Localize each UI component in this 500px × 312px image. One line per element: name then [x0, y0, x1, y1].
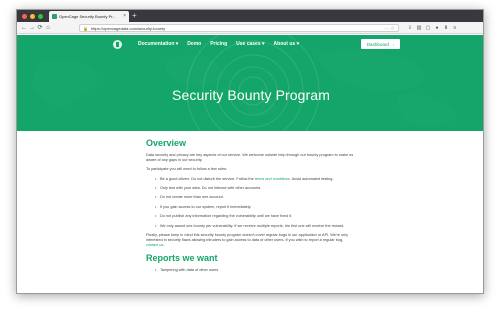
browser-window: OpenCage Security Bounty Pr... × + ← → ⟳…	[16, 9, 484, 294]
contact-us-link[interactable]: contact us	[146, 243, 163, 247]
toolbar-extensions: ⇩ ▥ ▢ ● ⬇ ≡	[407, 22, 458, 34]
opencage-logo[interactable]	[113, 40, 122, 49]
reload-icon[interactable]: ⟳	[36, 25, 44, 31]
closing-paragraph: Finally, please keep in mind this securi…	[146, 233, 356, 249]
page-title: Security Bounty Program	[172, 87, 330, 103]
main-content: Overview Data security and privacy are k…	[146, 138, 356, 277]
reports-list: Tampering with data of other users	[155, 268, 356, 273]
close-tab-icon[interactable]: ×	[123, 14, 126, 19]
web-page: Documentation ▾ Demo Pricing Use cases ▾…	[17, 35, 483, 293]
tab-bar: OpenCage Security Bounty Pr... × +	[17, 10, 483, 22]
rule-item: Do not create more than one account.	[155, 195, 356, 200]
sidebar-icon[interactable]: ▢	[425, 25, 431, 31]
rule-text-end: . Avoid automated testing.	[289, 176, 334, 181]
dashboard-button[interactable]: Dashboard ›	[361, 39, 400, 49]
nav-item-use-cases[interactable]: Use cases ▾	[236, 41, 264, 47]
closing-text: Finally, please keep in mind this securi…	[146, 232, 349, 243]
minimize-window-button[interactable]	[30, 13, 35, 19]
menu-icon[interactable]: ≡	[452, 25, 458, 31]
chevron-right-icon: ›	[392, 41, 395, 47]
save-icon[interactable]: ⬇	[443, 25, 449, 31]
forward-arrow-icon[interactable]: →	[28, 25, 36, 31]
closing-text-end: .	[163, 243, 165, 248]
lock-icon: 🔒	[83, 25, 88, 31]
home-icon[interactable]: ⌂	[44, 25, 52, 31]
rules-intro: To participate you will need to follow a…	[146, 167, 228, 172]
rules-list: Be a good citizen. Do not disturb the se…	[155, 176, 356, 229]
new-tab-button[interactable]: +	[132, 10, 137, 22]
back-arrow-icon[interactable]: ←	[20, 25, 28, 31]
nav-menu: Documentation ▾ Demo Pricing Use cases ▾…	[138, 35, 299, 53]
overview-heading: Overview	[146, 138, 187, 148]
page-actions-icon[interactable]: ⋯ ☆	[384, 25, 395, 33]
browser-toolbar: ← → ⟳ ⌂ 🔒 https://opencagedata.com/secur…	[17, 22, 483, 34]
rule-item: We only award one bounty per vulnerabili…	[155, 224, 356, 229]
nav-item-documentation[interactable]: Documentation ▾	[138, 41, 178, 47]
nav-item-demo[interactable]: Demo	[187, 41, 201, 47]
hero-banner: Documentation ▾ Demo Pricing Use cases ▾…	[17, 35, 483, 131]
close-window-button[interactable]	[22, 13, 27, 19]
favicon-icon	[52, 14, 57, 19]
report-item: Tampering with data of other users	[155, 268, 356, 273]
reports-heading: Reports we want	[146, 252, 218, 263]
rule-item: Only test with your data. Do not interac…	[155, 186, 356, 191]
address-bar[interactable]: 🔒 https://opencagedata.com/security-boun…	[79, 24, 399, 32]
rule-item: Be a good citizen. Do not disturb the se…	[155, 176, 356, 182]
rule-text: Be a good citizen. Do not disturb the se…	[160, 176, 255, 181]
window-controls	[22, 13, 43, 19]
dashboard-button-label: Dashboard	[366, 41, 389, 47]
url-text[interactable]: https://opencagedata.com/security-bounty	[91, 26, 165, 31]
extension-icon[interactable]: ●	[434, 25, 440, 31]
rule-item: Do not publish any information regarding…	[155, 214, 356, 219]
nav-item-pricing[interactable]: Pricing	[210, 41, 227, 47]
nav-item-about-us[interactable]: About us ▾	[274, 41, 300, 47]
download-icon[interactable]: ⇩	[407, 25, 413, 31]
terms-link[interactable]: terms and conditions	[255, 177, 290, 181]
tab-title: OpenCage Security Bounty Pr...	[59, 14, 116, 19]
library-icon[interactable]: ▥	[416, 25, 422, 31]
rule-item: If you gain access to our system, report…	[155, 205, 356, 210]
maximize-window-button[interactable]	[38, 13, 43, 19]
site-navigation: Documentation ▾ Demo Pricing Use cases ▾…	[17, 35, 483, 53]
browser-tab[interactable]: OpenCage Security Bounty Pr... ×	[49, 11, 129, 22]
overview-intro: Data security and privacy are key aspect…	[146, 153, 354, 163]
